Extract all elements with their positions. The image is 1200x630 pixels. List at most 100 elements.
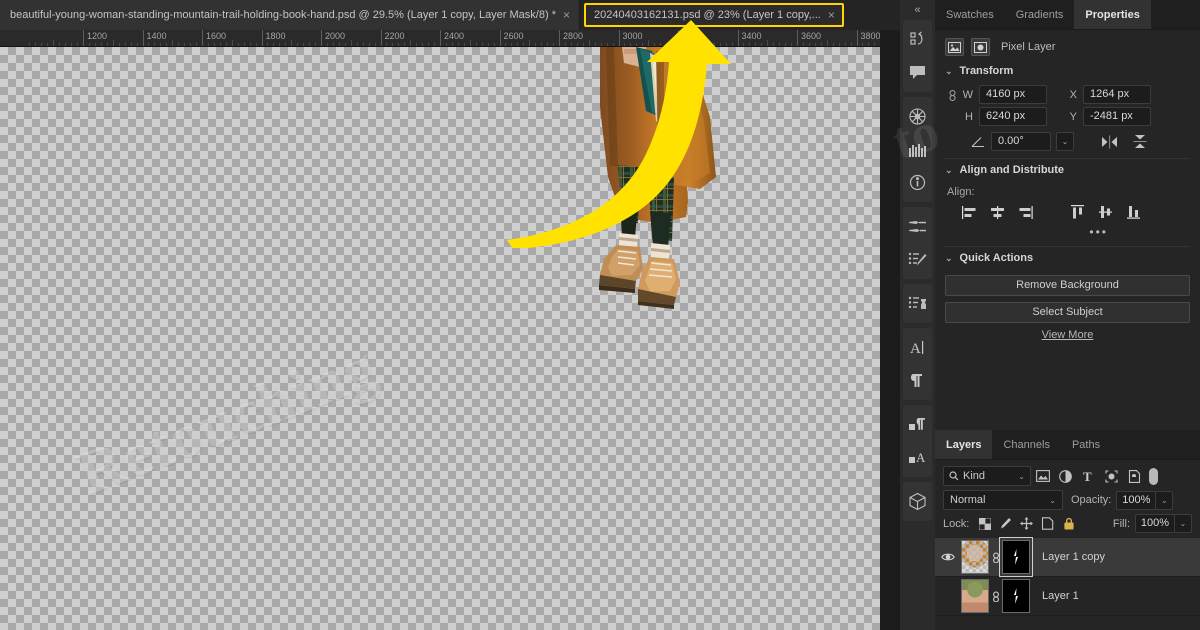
link-dimensions-icon[interactable] [945, 85, 959, 104]
angle-input[interactable]: 0.00° [991, 132, 1051, 151]
document-tab-1[interactable]: beautiful-young-woman-standing-mountain-… [0, 0, 580, 30]
align-top-edges-icon[interactable] [1063, 201, 1091, 223]
layers-panel: Layers Channels Paths Kind ⌄ [935, 430, 1200, 630]
fill-stepper-icon[interactable]: ⌄ [1175, 514, 1192, 533]
document-tab-2-close-icon[interactable]: × [828, 9, 835, 21]
tab-swatches[interactable]: Swatches [935, 0, 1005, 29]
align-right-edges-icon[interactable] [1011, 201, 1039, 223]
ruler-minor-tick [601, 43, 602, 46]
width-input[interactable]: 4160 px [979, 85, 1047, 104]
align-vertical-centers-icon[interactable] [1091, 201, 1119, 223]
adjustments-icon[interactable] [903, 100, 932, 133]
layer-link-icon-0[interactable] [989, 548, 1002, 566]
ruler-tick: 2000 [321, 30, 322, 47]
canvas-area[interactable]: Retouching [0, 47, 880, 630]
quick-actions-section-title: Quick Actions [960, 252, 1034, 264]
opacity-stepper-icon[interactable]: ⌄ [1156, 491, 1173, 510]
align-label: Align: [947, 186, 1190, 198]
tab-properties[interactable]: Properties [1074, 0, 1150, 29]
lock-artboard-icon[interactable] [1037, 515, 1058, 533]
view-more-link[interactable]: View More [945, 329, 1190, 341]
angle-dropdown-icon[interactable]: ⌄ [1056, 132, 1074, 151]
lock-position-icon[interactable] [1016, 515, 1037, 533]
ruler-minor-tick [410, 40, 411, 46]
fill-input[interactable]: 100% [1135, 514, 1175, 533]
ruler-tick: 3000 [619, 30, 620, 47]
lock-all-icon[interactable] [1058, 515, 1079, 533]
pixel-filter-icon[interactable] [1031, 466, 1054, 486]
document-tab-2[interactable]: 20240403162131.psd @ 23% (Layer 1 copy,.… [584, 3, 844, 27]
properties-layer-header: Pixel Layer [945, 30, 1190, 60]
flip-horizontal-icon[interactable] [1101, 135, 1118, 149]
tab-channels[interactable]: Channels [992, 430, 1060, 459]
tab-gradients[interactable]: Gradients [1005, 0, 1075, 29]
layer-thumbnail-0[interactable] [961, 540, 989, 574]
libraries-icon[interactable] [903, 133, 932, 166]
transform-row-wx: W 4160 px X 1264 px [945, 85, 1190, 104]
tab-layers[interactable]: Layers [935, 430, 992, 459]
type-filter-icon[interactable]: T [1077, 466, 1100, 486]
ruler-minor-tick [541, 43, 542, 46]
lock-label: Lock: [943, 518, 969, 530]
remove-background-button[interactable]: Remove Background [945, 275, 1190, 296]
quick-actions-section-header[interactable]: ⌄ Quick Actions [945, 247, 1190, 269]
ruler-tick-label: 3600 [801, 31, 821, 41]
ruler-minor-tick [488, 43, 489, 46]
blend-mode-dropdown[interactable]: Normal ⌄ [943, 490, 1063, 510]
history-icon[interactable] [903, 23, 932, 56]
document-tab-1-close-icon[interactable]: × [563, 9, 570, 21]
align-horizontal-centers-icon[interactable] [983, 201, 1011, 223]
character-icon[interactable]: A [903, 331, 932, 364]
tab-paths[interactable]: Paths [1061, 430, 1111, 459]
ruler-minor-tick [184, 43, 185, 46]
layer-row-1[interactable]: Layer 1 [935, 577, 1200, 616]
shape-filter-icon[interactable] [1100, 466, 1123, 486]
ruler-tick-label: 3800 [861, 31, 881, 41]
clone-source-icon[interactable] [903, 287, 932, 320]
select-subject-button[interactable]: Select Subject [945, 302, 1190, 323]
align-section-header[interactable]: ⌄ Align and Distribute [945, 159, 1190, 181]
horizontal-ruler[interactable]: 1200140016001800200022002400260028003000… [0, 30, 880, 47]
layer-thumbnail-1[interactable] [961, 579, 989, 613]
ruler-minor-tick [333, 43, 334, 46]
layer-mask-thumbnail-0[interactable] [1002, 540, 1030, 574]
align-bottom-edges-icon[interactable] [1119, 201, 1147, 223]
layer-visibility-toggle-0[interactable] [935, 552, 961, 562]
layer-row-0[interactable]: Layer 1 copy [935, 538, 1200, 577]
angle-icon [971, 136, 986, 148]
transform-section-header[interactable]: ⌄ Transform [945, 60, 1190, 82]
filter-enable-toggle[interactable] [1148, 466, 1159, 486]
align-more-icon[interactable]: ••• [1089, 225, 1108, 239]
filter-kind-dropdown[interactable]: Kind ⌄ [943, 466, 1031, 486]
paragraph-icon[interactable] [903, 364, 932, 397]
y-input[interactable]: -2481 px [1083, 107, 1151, 126]
character-styles-icon[interactable]: A [903, 441, 932, 474]
height-input[interactable]: 6240 px [979, 107, 1047, 126]
layer-mask-thumbnail-1[interactable] [1002, 579, 1030, 613]
lock-transparent-pixels-icon[interactable] [974, 515, 995, 533]
lock-image-pixels-icon[interactable] [995, 515, 1016, 533]
layer-link-icon-1[interactable] [989, 587, 1002, 605]
ruler-minor-tick [375, 43, 376, 46]
ruler-minor-tick [684, 43, 685, 46]
smart-object-filter-icon[interactable] [1123, 466, 1146, 486]
brushes-icon[interactable] [903, 243, 932, 276]
ruler-minor-tick [636, 43, 637, 46]
ruler-tick: 3200 [678, 30, 679, 47]
align-buttons-row [945, 201, 1190, 223]
info-icon[interactable] [903, 166, 932, 199]
ruler-minor-tick [761, 43, 762, 46]
3d-icon[interactable] [903, 485, 932, 518]
comments-icon[interactable] [903, 56, 932, 89]
ruler-minor-tick [571, 43, 572, 46]
align-left-edges-icon[interactable] [955, 201, 983, 223]
opacity-input[interactable]: 100% [1116, 491, 1156, 510]
x-input[interactable]: 1264 px [1083, 85, 1151, 104]
ruler-minor-tick [232, 40, 233, 46]
adjustment-filter-icon[interactable] [1054, 466, 1077, 486]
brush-settings-icon[interactable] [903, 210, 932, 243]
flip-vertical-icon[interactable] [1132, 134, 1148, 149]
paragraph-styles-icon[interactable] [903, 408, 932, 441]
collapse-panels-icon[interactable]: « [900, 0, 935, 20]
ruler-minor-tick [791, 43, 792, 46]
